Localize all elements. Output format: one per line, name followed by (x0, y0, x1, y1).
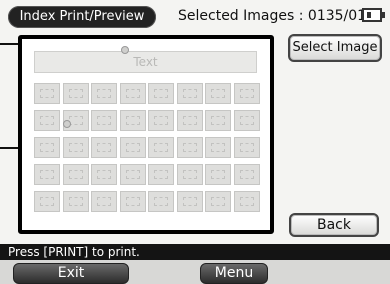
thumbnail-placeholder (176, 110, 203, 131)
thumbnail-placeholder (233, 110, 260, 131)
thumbnail-placeholder (119, 137, 146, 158)
thumbnail-placeholder (205, 191, 231, 212)
thumbnail-placeholder (148, 83, 174, 104)
thumbnail-placeholder (62, 137, 89, 158)
screen-title: Index Print/Preview (8, 6, 156, 28)
thumbnail-placeholder (91, 83, 117, 104)
thumbnail-placeholder (176, 137, 203, 158)
thumbnail-placeholder (119, 164, 146, 185)
exit-button[interactable]: Exit (13, 263, 129, 284)
thumbnail-placeholder (233, 191, 260, 212)
index-print-preview-screen: Index Print/Preview Selected Images : 01… (0, 0, 390, 284)
thumbnail-placeholder (91, 164, 117, 185)
thumbnail-placeholder (205, 83, 231, 104)
thumbnail-placeholder (176, 83, 203, 104)
thumbnail-placeholder (148, 191, 174, 212)
thumbnail-placeholder (34, 191, 60, 212)
thumbnail-placeholder (233, 137, 260, 158)
thumbnail-placeholder (205, 110, 231, 131)
thumbnail-placeholder (34, 110, 60, 131)
status-message: Press [PRINT] to print. (0, 244, 390, 260)
thumbnail-placeholder (91, 110, 117, 131)
thumbnail-placeholder (233, 164, 260, 185)
thumbnail-placeholder (62, 191, 89, 212)
battery-tip-icon (382, 12, 385, 18)
callout-dot-thumbs (63, 120, 71, 128)
selected-images-separator: : (294, 8, 308, 24)
thumbnail-placeholder (119, 110, 146, 131)
thumbnail-placeholder (233, 83, 260, 104)
select-image-button[interactable]: Select Image (288, 34, 382, 62)
index-preview-frame: Text (18, 35, 274, 234)
thumbnail-placeholder (205, 164, 231, 185)
selected-images-info: Selected Images : 0135/0135 (178, 4, 384, 28)
thumbnail-placeholder (148, 137, 174, 158)
thumbnail-placeholder (91, 191, 117, 212)
thumbnail-placeholder (148, 110, 174, 131)
thumbnail-placeholder (119, 191, 146, 212)
thumbnail-placeholder (62, 164, 89, 185)
thumbnail-placeholder (205, 137, 231, 158)
thumbnail-placeholder (176, 191, 203, 212)
thumbnail-placeholder (34, 137, 60, 158)
thumbnail-placeholder (119, 83, 146, 104)
thumbnail-placeholder (148, 164, 174, 185)
thumbnail-placeholder (34, 164, 60, 185)
back-button[interactable]: Back (289, 213, 379, 237)
callout-dot-text (121, 46, 129, 54)
preview-text-area: Text (34, 51, 257, 73)
thumbnail-placeholder (34, 83, 60, 104)
thumbnail-placeholder (91, 137, 117, 158)
selected-images-label: Selected Images (178, 8, 295, 24)
battery-icon (362, 8, 382, 22)
thumbnail-placeholder (62, 83, 89, 104)
menu-button[interactable]: Menu (200, 263, 268, 284)
thumbnail-placeholder (176, 164, 203, 185)
